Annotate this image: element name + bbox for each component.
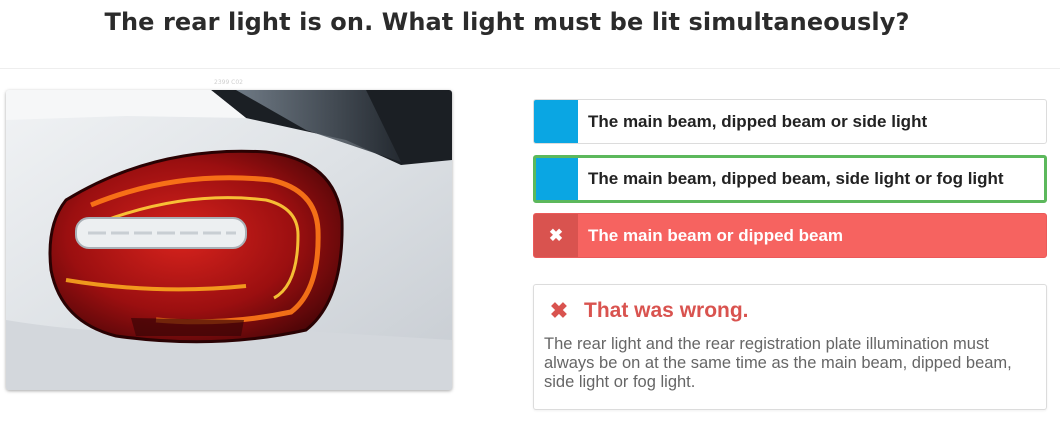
close-icon: ✖ [534, 214, 578, 257]
question-image [6, 90, 452, 390]
answer-marker [536, 158, 578, 200]
feedback-title: That was wrong. [584, 299, 749, 322]
error-icon: ✖ [549, 298, 569, 323]
answer-label: The main beam, dipped beam, side light o… [588, 169, 1004, 188]
answer-option-2[interactable]: The main beam, dipped beam, side light o… [533, 155, 1047, 203]
feedback-explanation: The rear light and the rear registration… [544, 335, 1012, 391]
car-rear-light-photo [6, 90, 452, 390]
answer-option-1[interactable]: The main beam, dipped beam or side light [533, 99, 1047, 144]
answer-label: The main beam or dipped beam [588, 225, 844, 245]
feedback-panel: ✖ That was wrong. The rear light and the… [533, 284, 1047, 410]
image-caption: 2399 C02 [214, 79, 244, 86]
answer-marker [534, 100, 578, 143]
answer-option-3[interactable]: ✖ The main beam or dipped beam [533, 213, 1047, 258]
answer-label: The main beam, dipped beam or side light [588, 111, 928, 131]
header-divider [0, 68, 1060, 69]
question-title: The rear light is on. What light must be… [104, 8, 910, 36]
